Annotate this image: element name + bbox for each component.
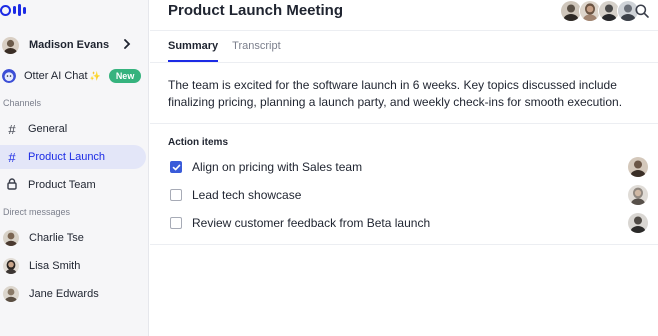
sidebar-item-general[interactable]: # General [0, 117, 146, 141]
main-panel: Product Launch Meeting Summary Transcrip… [150, 0, 658, 336]
dm-item-label: Jane Edwards [29, 288, 99, 300]
avatar [3, 286, 19, 302]
sparkle-icon: ✨ [89, 70, 101, 81]
divider [150, 244, 658, 245]
dm-item-charlie-tse[interactable]: Charlie Tse [0, 226, 146, 250]
tab-transcript[interactable]: Transcript [232, 40, 281, 62]
sidebar-item-product-team[interactable]: Product Team [0, 173, 146, 197]
user-name: Madison Evans [29, 39, 110, 51]
action-items-heading: Action items [168, 137, 229, 148]
assignee-avatar[interactable] [628, 185, 648, 205]
action-item-label: Review customer feedback from Beta launc… [192, 216, 431, 230]
tab-bar: Summary Transcript [168, 40, 281, 62]
checkbox-checked[interactable] [170, 161, 182, 173]
logo-bar [18, 4, 21, 16]
meeting-summary: The team is excited for the software lau… [168, 78, 623, 109]
participant-avatars[interactable] [560, 0, 639, 22]
avatar [2, 36, 19, 54]
otter-ai-icon [2, 69, 16, 83]
checkbox-unchecked[interactable] [170, 217, 182, 229]
direct-messages-heading: Direct messages [3, 207, 71, 217]
user-switcher[interactable]: Madison Evans [0, 32, 149, 58]
action-item[interactable]: Review customer feedback from Beta launc… [170, 210, 658, 236]
lock-icon [4, 177, 20, 193]
channels-heading: Channels [3, 98, 42, 108]
tab-summary[interactable]: Summary [168, 40, 219, 62]
action-item-label: Align on pricing with Sales team [192, 160, 363, 174]
action-item[interactable]: Lead tech showcase [170, 182, 658, 208]
sidebar-item-label: General [28, 123, 68, 135]
avatar [3, 230, 19, 246]
dm-item-lisa-smith[interactable]: Lisa Smith [0, 254, 146, 278]
logo-bar [23, 6, 26, 14]
otter-ai-chat-label: Otter AI Chat [24, 70, 88, 82]
divider [150, 30, 658, 31]
sidebar-item-otter-ai-chat[interactable]: Otter AI Chat ✨ New [0, 65, 149, 87]
action-item-label: Lead tech showcase [192, 188, 302, 202]
new-badge: New [108, 69, 142, 83]
checkbox-unchecked[interactable] [170, 189, 182, 201]
chevron-right-icon [124, 39, 131, 49]
action-item[interactable]: Align on pricing with Sales team [170, 154, 658, 180]
search-icon[interactable] [634, 3, 650, 19]
hash-icon: # [8, 149, 16, 165]
sidebar-item-label: Product Team [28, 179, 96, 191]
sidebar-item-label: Product Launch [28, 151, 106, 163]
otter-logo[interactable] [0, 3, 26, 17]
sidebar: Madison Evans Otter AI Chat ✨ New Channe… [0, 0, 149, 336]
avatar [3, 258, 19, 274]
page-title: Product Launch Meeting [168, 2, 344, 19]
dm-item-label: Charlie Tse [29, 232, 84, 244]
assignee-avatar[interactable] [628, 213, 648, 233]
hash-icon: # [8, 121, 16, 137]
dm-item-jane-edwards[interactable]: Jane Edwards [0, 282, 146, 306]
assignee-avatar[interactable] [628, 157, 648, 177]
dm-item-label: Lisa Smith [29, 260, 81, 272]
checkmark-icon [172, 164, 180, 170]
logo-bar [13, 6, 16, 14]
logo-ring [0, 4, 11, 16]
sidebar-item-product-launch[interactable]: # Product Launch [0, 145, 146, 169]
divider [150, 123, 658, 124]
divider [150, 62, 658, 63]
